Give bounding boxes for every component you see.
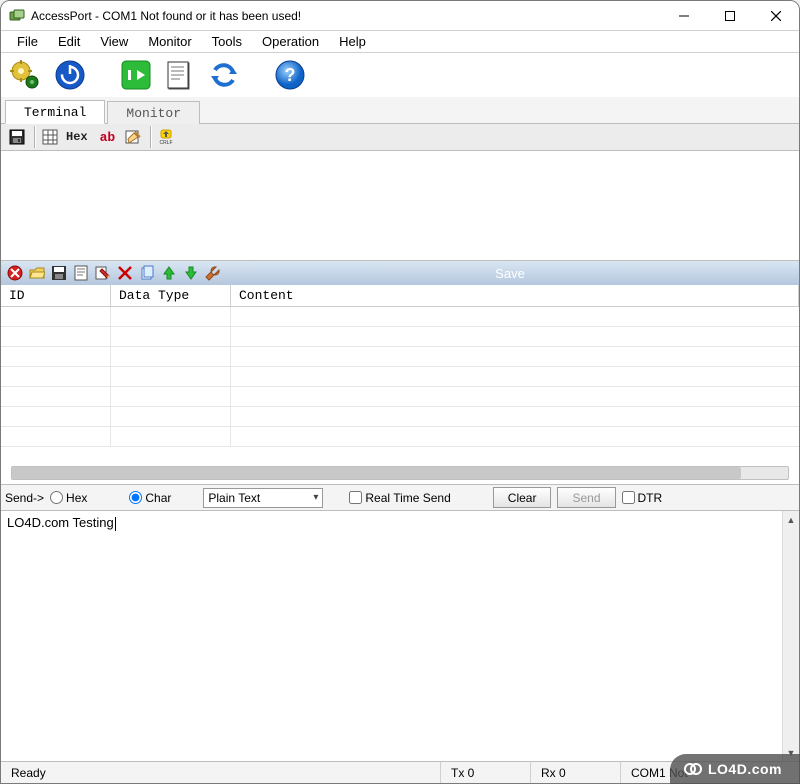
- clear-button[interactable]: Clear: [493, 487, 552, 508]
- send-label: Send->: [5, 491, 44, 505]
- document-button[interactable]: [163, 58, 197, 92]
- text-caret: [115, 517, 116, 531]
- menu-view[interactable]: View: [90, 32, 138, 51]
- realtime-checkbox-input[interactable]: [349, 491, 362, 504]
- edit-icon[interactable]: [121, 125, 145, 149]
- crlf-icon[interactable]: CRLF: [154, 125, 178, 149]
- save-icon-2[interactable]: [49, 263, 69, 283]
- separator: [34, 126, 35, 148]
- go-button[interactable]: [119, 58, 153, 92]
- settings-gears-button[interactable]: [9, 58, 43, 92]
- format-selected: Plain Text: [208, 491, 260, 505]
- input-text: LO4D.com Testing: [7, 515, 114, 530]
- menu-help[interactable]: Help: [329, 32, 376, 51]
- terminal-toolbar: Hex ab CRLF: [1, 123, 799, 151]
- minimize-button[interactable]: [661, 1, 707, 31]
- send-input-area[interactable]: LO4D.com Testing ▲ ▼: [1, 511, 799, 761]
- radio-char[interactable]: Char: [129, 491, 171, 505]
- menu-monitor[interactable]: Monitor: [138, 32, 201, 51]
- realtime-checkbox[interactable]: Real Time Send: [349, 491, 450, 505]
- help-button[interactable]: ?: [273, 58, 307, 92]
- up-arrow-icon[interactable]: [159, 263, 179, 283]
- watermark: LO4D.com: [670, 754, 800, 784]
- down-arrow-icon[interactable]: [181, 263, 201, 283]
- edit-pencil-icon[interactable]: [93, 263, 113, 283]
- dtr-checkbox-input[interactable]: [622, 491, 635, 504]
- column-data-type[interactable]: Data Type: [111, 285, 231, 306]
- main-toolbar: ?: [1, 53, 799, 97]
- document-icon[interactable]: [71, 263, 91, 283]
- column-content[interactable]: Content: [231, 285, 799, 306]
- radio-hex[interactable]: Hex: [50, 491, 87, 505]
- remove-icon[interactable]: [115, 263, 135, 283]
- format-combobox[interactable]: Plain Text ▾: [203, 488, 323, 508]
- dtr-checkbox[interactable]: DTR: [622, 491, 663, 505]
- tab-terminal[interactable]: Terminal: [5, 100, 105, 124]
- scrollbar-thumb[interactable]: [12, 467, 741, 479]
- menu-tools[interactable]: Tools: [202, 32, 252, 51]
- power-button[interactable]: [53, 58, 87, 92]
- radio-char-input[interactable]: [129, 491, 142, 504]
- svg-text:?: ?: [285, 65, 296, 85]
- delete-icon[interactable]: [5, 263, 25, 283]
- status-rx: Rx 0: [531, 762, 621, 783]
- app-icon: [9, 8, 25, 24]
- open-folder-icon[interactable]: [27, 263, 47, 283]
- vertical-scrollbar[interactable]: ▲ ▼: [782, 511, 799, 761]
- menu-file[interactable]: File: [7, 32, 48, 51]
- refresh-button[interactable]: [207, 58, 241, 92]
- data-table: ID Data Type Content: [1, 285, 799, 485]
- send-bar: Send-> Hex Char Plain Text ▾ Real Time S…: [1, 485, 799, 511]
- menu-edit[interactable]: Edit: [48, 32, 90, 51]
- send-button[interactable]: Send: [557, 487, 615, 508]
- table-body[interactable]: [1, 307, 799, 462]
- radio-hex-input[interactable]: [50, 491, 63, 504]
- column-id[interactable]: ID: [1, 285, 111, 306]
- tabstrip: Terminal Monitor: [1, 97, 799, 123]
- wrench-icon[interactable]: [203, 263, 223, 283]
- grid-icon[interactable]: [38, 125, 62, 149]
- watermark-icon: [684, 760, 702, 778]
- status-tx: Tx 0: [441, 762, 531, 783]
- menu-operation[interactable]: Operation: [252, 32, 329, 51]
- table-header-row: ID Data Type Content: [1, 285, 799, 307]
- window-title: AccessPort - COM1 Not found or it has be…: [31, 9, 301, 23]
- tab-monitor[interactable]: Monitor: [107, 101, 200, 124]
- data-toolbar: Save: [1, 261, 799, 285]
- close-button[interactable]: [753, 1, 799, 31]
- hex-mode-button[interactable]: Hex: [64, 125, 94, 149]
- window-root: AccessPort - COM1 Not found or it has be…: [0, 0, 800, 784]
- chevron-down-icon: ▾: [313, 492, 318, 503]
- terminal-output[interactable]: [1, 151, 799, 261]
- scroll-up-icon[interactable]: ▲: [783, 511, 799, 528]
- status-ready: Ready: [1, 762, 441, 783]
- copy-icon[interactable]: [137, 263, 157, 283]
- ab-mode-button[interactable]: ab: [96, 125, 120, 149]
- titlebar: AccessPort - COM1 Not found or it has be…: [1, 1, 799, 31]
- menubar: File Edit View Monitor Tools Operation H…: [1, 31, 799, 53]
- svg-text:CRLF: CRLF: [160, 140, 173, 145]
- save-bar-label[interactable]: Save: [225, 266, 795, 281]
- maximize-button[interactable]: [707, 1, 753, 31]
- save-icon[interactable]: [5, 125, 29, 149]
- separator: [150, 126, 151, 148]
- horizontal-scrollbar[interactable]: [11, 466, 789, 480]
